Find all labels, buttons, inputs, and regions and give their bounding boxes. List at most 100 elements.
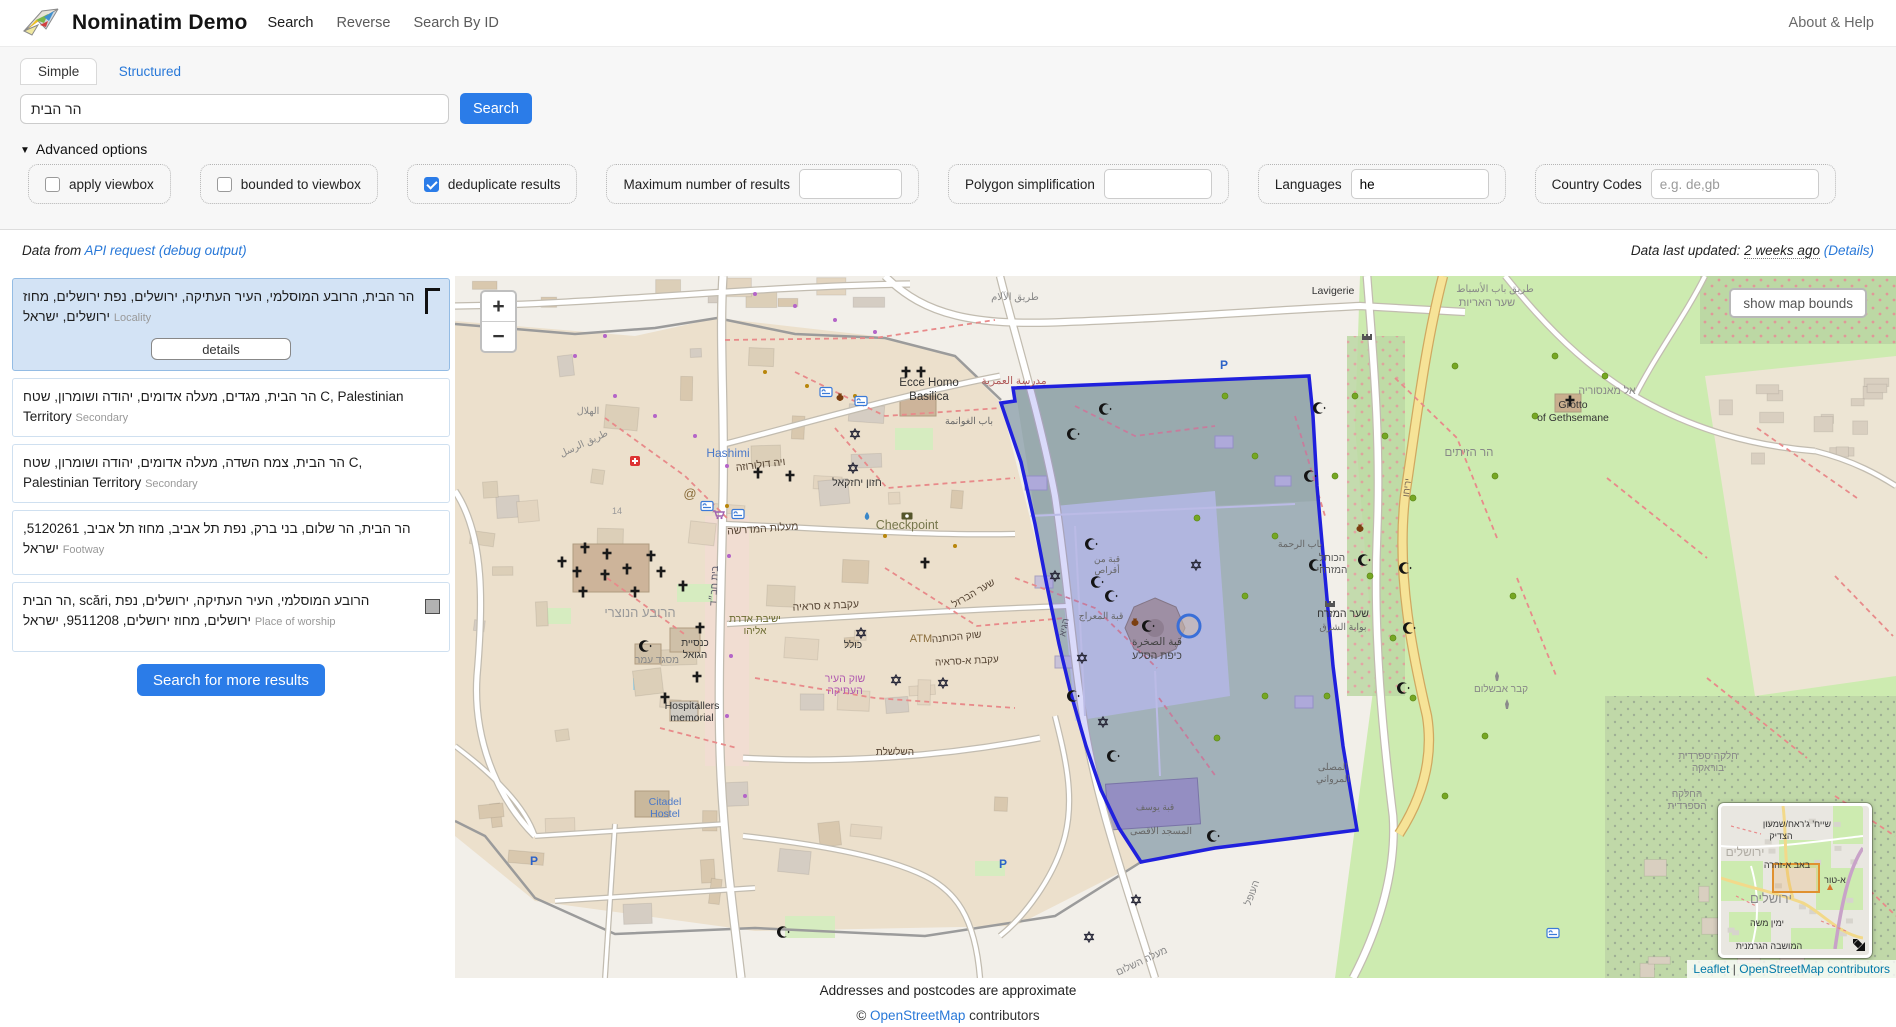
map-zoom-control: + − (480, 290, 517, 353)
svg-text:העתיקה: העתיקה (827, 685, 863, 697)
svg-text:מסגד עמר: מסגד עמר (635, 655, 679, 666)
result-worship-icon (425, 599, 440, 614)
svg-text:المصلى: المصلى (1318, 762, 1348, 773)
page-footer: © OpenStreetMap contributors (0, 1008, 1896, 1023)
api-request-link[interactable]: API request (85, 243, 156, 258)
svg-text:مدرسة العمرية: مدرسة العمرية (981, 375, 1047, 387)
svg-text:שער האריות: שער האריות (1459, 297, 1515, 309)
svg-text:יריחו: יריחו (1401, 478, 1414, 498)
svg-text:שייח' ג'ראח/שמעון: שייח' ג'ראח/שמעון (1763, 819, 1832, 829)
search-panel: Simple Structured Search ▼Advanced optio… (0, 47, 1896, 230)
show-map-bounds-button[interactable]: show map bounds (1729, 288, 1867, 318)
svg-text:הספרדית: הספרדית (1667, 801, 1706, 812)
bounded-to-viewbox-checkbox[interactable] (217, 177, 232, 192)
leaflet-link[interactable]: Leaflet (1693, 962, 1729, 976)
svg-text:חזון יחזקאל: חזון יחזקאל (832, 477, 882, 489)
minimap[interactable]: שייח' ג'ראח/שמעוןהצדיקירושליםבאב א-זהרהא… (1718, 803, 1872, 958)
zoom-in-button[interactable]: + (482, 292, 515, 321)
nav-about-help[interactable]: About & Help (1789, 15, 1874, 31)
minimap-toggle-arrow-icon (1849, 935, 1867, 953)
svg-text:ירושלים: ירושלים (1750, 891, 1792, 906)
result-title: הר הבית, הרובע המוסלמי, העיר העתיקה, ירו… (23, 289, 414, 324)
svg-text:Ecce Homo: Ecce Homo (899, 377, 958, 389)
svg-text:חלקה ספרדית: חלקה ספרדית (1678, 750, 1738, 762)
svg-text:בית חב״ד: בית חב״ד (708, 565, 721, 606)
svg-text:Hashimi: Hashimi (706, 446, 749, 460)
nav-search-by-id[interactable]: Search By ID (413, 15, 498, 31)
svg-text:باب الغوانمة: باب الغوانمة (945, 416, 993, 427)
navbar: Nominatim Demo Search Reverse Search By … (0, 0, 1896, 47)
svg-text:החלקה: החלקה (1672, 788, 1702, 800)
map-attribution: Leaflet | OpenStreetMap contributors (1687, 960, 1896, 978)
search-more-button[interactable]: Search for more results (137, 664, 325, 696)
details-button[interactable]: details (151, 338, 291, 360)
svg-text:קבר אבשלום: קבר אבשלום (1474, 683, 1528, 695)
svg-text:Hospitallers: Hospitallers (665, 700, 720, 712)
minimap-tiles: שייח' ג'ראח/שמעוןהצדיקירושליםבאב א-זהרהא… (1721, 806, 1863, 949)
deduplicate-checkbox[interactable] (424, 177, 439, 192)
result-polygon-icon (425, 288, 440, 314)
result-type: Footway (63, 544, 105, 556)
svg-text:ירושלים: ירושלים (1726, 845, 1765, 859)
svg-text:P: P (530, 854, 538, 868)
svg-text:Grotto: Grotto (1558, 399, 1587, 411)
debug-output-link[interactable]: (debug output) (159, 243, 247, 258)
zoom-out-button[interactable]: − (482, 321, 515, 351)
status-bar: Data from API request (debug output) Dat… (0, 230, 1896, 269)
svg-text:أقراص: أقراص (1094, 563, 1119, 576)
svg-text:قبة من: قبة من (1094, 554, 1120, 565)
svg-text:قبة الصخرة: قبة الصخرة (1132, 636, 1182, 648)
tab-simple[interactable]: Simple (20, 58, 97, 85)
tab-bar: Simple Structured (20, 58, 1876, 85)
max-results-input[interactable] (799, 169, 902, 199)
result-item[interactable]: הר הבית, הרובע המוסלמי, העיר העתיקה, ירו… (12, 278, 450, 371)
polygon-simplification-input[interactable] (1104, 169, 1212, 199)
svg-text:א-טור: א-טור (1824, 875, 1846, 885)
svg-text:ATM: ATM (910, 633, 932, 645)
svg-text:Checkpoint: Checkpoint (876, 518, 939, 532)
svg-text:הרובע הנוצרי: הרובע הנוצרי (604, 605, 675, 620)
details-link[interactable]: (Details) (1824, 243, 1874, 258)
svg-text:ישיבת אדרת: ישיבת אדרת (729, 614, 781, 625)
country-codes-input[interactable] (1651, 169, 1819, 199)
svg-text:אליהו: אליהו (744, 625, 767, 637)
svg-text:باب الرحمة: باب الرحمة (1278, 539, 1322, 550)
svg-text:P: P (1220, 358, 1228, 372)
nav-reverse[interactable]: Reverse (336, 15, 390, 31)
minimap-toggle[interactable] (1849, 935, 1867, 953)
option-apply-viewbox: apply viewbox (28, 164, 171, 204)
svg-text:ימין משה: ימין משה (1750, 918, 1784, 928)
svg-text:Lavigerie: Lavigerie (1312, 285, 1355, 297)
approximate-note: Addresses and postcodes are approximate (0, 983, 1896, 998)
data-from-line: Data from API request (debug output) (22, 243, 247, 258)
svg-text:השלשלת: השלשלת (876, 746, 914, 758)
results-list: הר הבית, הרובע המוסלמי, העיר העתיקה, ירו… (12, 278, 450, 696)
svg-text:המושבה הגרמנית: המושבה הגרמנית (1736, 941, 1803, 949)
tab-structured[interactable]: Structured (102, 59, 198, 84)
svg-text:הצדיק: הצדיק (1769, 831, 1792, 841)
svg-text:שוק העיר: שוק העיר (825, 673, 866, 685)
svg-text:P: P (999, 857, 1007, 871)
languages-input[interactable] (1351, 169, 1489, 199)
search-input[interactable] (20, 94, 449, 124)
search-button[interactable]: Search (460, 93, 532, 124)
nav-search[interactable]: Search (268, 15, 314, 31)
svg-text:طريق الآلام: طريق الآلام (991, 291, 1039, 303)
search-row: Search (20, 93, 1876, 124)
nominatim-logo-icon (22, 7, 60, 39)
osm-attrib-link[interactable]: OpenStreetMap contributors (1739, 962, 1890, 976)
svg-text:באב א-זהרה: באב א-זהרה (1764, 860, 1811, 870)
map-canvas[interactable]: PPP@Lavigerieطريق الآلامطريق باب الأسباط… (455, 276, 1896, 978)
svg-text:@: @ (683, 486, 696, 501)
updated-timestamp: 2 weeks ago (1744, 243, 1820, 259)
result-item[interactable]: הר הבית, הר שלום, בני ברק, נפת תל אביב, … (12, 510, 450, 575)
result-item[interactable]: הר הבית, scări, הרובע המוסלמי, העיר העתי… (12, 582, 450, 652)
svg-text:הכותל: הכותל (1319, 552, 1345, 564)
triangle-down-icon: ▼ (20, 145, 30, 156)
apply-viewbox-checkbox[interactable] (45, 177, 60, 192)
svg-text:כנסיית: כנסיית (681, 638, 709, 649)
openstreetmap-link[interactable]: OpenStreetMap (870, 1008, 965, 1023)
result-item[interactable]: הר הבית, צמח השדה, מעלה אדומים, יהודה וש… (12, 444, 450, 503)
advanced-options-toggle[interactable]: ▼Advanced options (20, 141, 1876, 157)
result-item[interactable]: הר הבית, מגדים, מעלה אדומים, יהודה ושומר… (12, 378, 450, 437)
